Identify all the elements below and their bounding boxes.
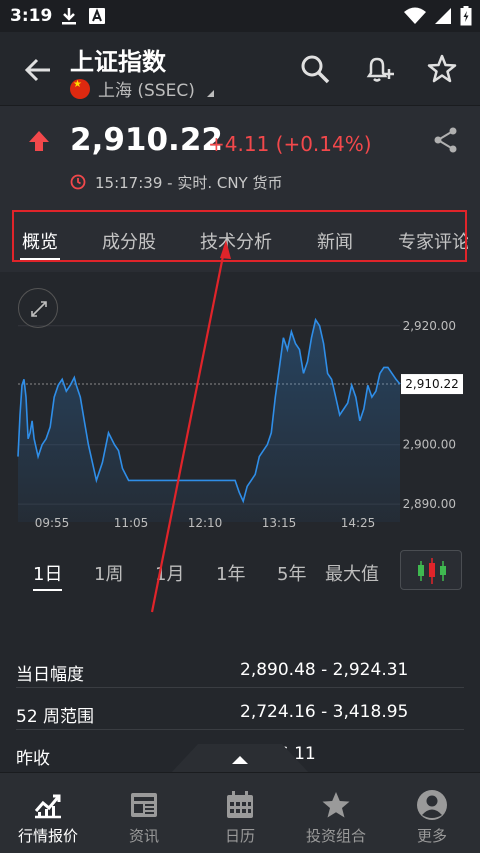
stat-row-52w-range: 52 周范围 2,724.16 - 3,418.95: [16, 688, 464, 730]
stat-value: 2,724.16 - 3,418.95: [240, 702, 409, 722]
nav-news[interactable]: 资讯: [96, 773, 192, 853]
user-icon: [417, 790, 447, 820]
y-tick-label: 2,900.00: [403, 438, 456, 452]
watchlist-star-button[interactable]: [425, 52, 459, 86]
stat-row-day-range: 当日幅度 2,890.48 - 2,924.31: [16, 646, 464, 688]
expand-panel-handle[interactable]: [170, 744, 310, 774]
battery-icon: [460, 6, 472, 26]
add-alert-button[interactable]: [362, 52, 396, 86]
nav-label: 更多: [416, 827, 447, 845]
status-bar: 3:19: [0, 0, 480, 32]
nav-label: 资讯: [128, 827, 159, 845]
status-system-icons: [404, 6, 472, 26]
star-outline-icon: [427, 54, 457, 83]
stat-value: 2,890.48 - 2,924.31: [240, 660, 409, 680]
last-price-label: 2,910.22: [405, 377, 458, 391]
back-button[interactable]: [22, 54, 54, 86]
up-arrow-icon: [29, 131, 49, 151]
x-tick-label: 14:25: [341, 516, 376, 530]
app-bar: 上证指数 上海 (SSEC): [0, 32, 480, 106]
stat-label: 昨收: [16, 749, 50, 769]
candlestick-toggle-button[interactable]: [400, 550, 462, 590]
expand-chart-button[interactable]: [18, 288, 58, 328]
price-chart[interactable]: 2,920.00 2,900.00 2,890.00 09:55 11:05 12:10 1…: [0, 272, 480, 540]
stat-label: 当日幅度: [16, 665, 84, 685]
share-button[interactable]: [432, 126, 460, 158]
chevron-up-icon: [170, 744, 310, 774]
clock-icon: [70, 174, 86, 190]
share-icon: [434, 127, 457, 153]
range-max[interactable]: 最大值: [325, 560, 379, 586]
status-time: 3:19: [10, 6, 53, 26]
chart-icon: [34, 794, 61, 819]
nav-quotes[interactable]: 行情报价: [0, 773, 96, 853]
highlight-frame: [12, 210, 467, 262]
price-change: +4.11 (+0.14%): [208, 132, 372, 156]
quote-section: 2,910.22 +4.11 (+0.14%) 15:17:39 - 实时. C…: [0, 106, 480, 202]
stat-label: 52 周范围: [16, 707, 95, 727]
x-tick-label: 13:15: [262, 516, 297, 530]
expand-icon: [31, 301, 47, 317]
search-icon: [301, 55, 330, 84]
wifi-icon: [404, 7, 426, 24]
page-title: 上证指数: [70, 48, 166, 76]
add-alert-icon: [366, 57, 394, 82]
star-icon: [322, 792, 350, 818]
chart-series-layer: [17, 317, 401, 522]
tab-bar: 概览 成分股 技术分析 新闻 专家评论: [0, 202, 480, 272]
candlestick-icon: [418, 558, 446, 584]
quote-timestamp: 15:17:39 - 实时. CNY 货币: [95, 174, 283, 192]
last-price: 2,910.22: [70, 122, 223, 158]
china-flag-icon: [70, 78, 90, 99]
nav-calendar[interactable]: 日历: [192, 773, 288, 853]
x-tick-label: 11:05: [114, 516, 149, 530]
y-tick-label: 2,890.00: [403, 497, 456, 511]
app-notification-icon: [89, 8, 105, 24]
x-tick-label: 12:10: [188, 516, 223, 530]
chart-area-fill: [18, 319, 400, 522]
range-selector: 1日 1周 1月 1年 5年 最大值: [0, 540, 480, 602]
nav-label: 日历: [224, 827, 255, 845]
y-tick-label: 2,920.00: [403, 319, 456, 333]
range-1m[interactable]: 1月: [155, 560, 184, 586]
nav-label: 行情报价: [17, 827, 78, 845]
news-icon: [131, 793, 157, 817]
range-1w[interactable]: 1周: [94, 560, 123, 586]
bottom-nav: 行情报价 资讯 日历 投资组合 更多: [0, 772, 480, 853]
nav-more[interactable]: 更多: [384, 773, 480, 853]
nav-portfolio[interactable]: 投资组合: [288, 773, 384, 853]
exchange-selector[interactable]: 上海 (SSEC): [70, 76, 214, 101]
search-button[interactable]: [298, 52, 332, 86]
status-notification-icons: [60, 6, 106, 26]
signal-icon: [435, 8, 451, 24]
range-5y[interactable]: 5年: [277, 560, 306, 586]
range-1y[interactable]: 1年: [216, 560, 245, 586]
download-icon: [62, 8, 76, 25]
calendar-icon: [227, 791, 253, 818]
nav-label: 投资组合: [305, 827, 366, 845]
dropdown-caret-icon: [206, 90, 214, 97]
range-1d[interactable]: 1日: [33, 560, 63, 591]
exchange-label: 上海 (SSEC): [98, 81, 195, 101]
x-tick-label: 09:55: [35, 516, 70, 530]
chart-svg: 2,920.00 2,900.00 2,890.00 09:55 11:05 12:10 1…: [17, 317, 463, 530]
back-arrow-icon: [24, 58, 50, 82]
